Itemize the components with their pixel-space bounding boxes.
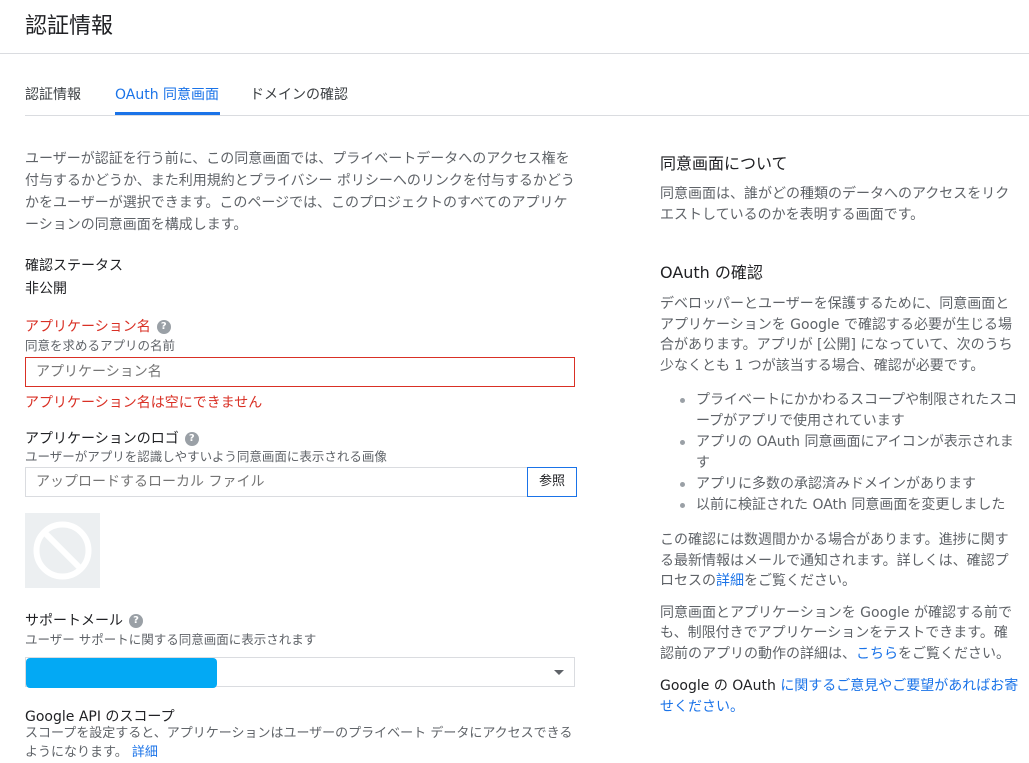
app-name-sub: 同意を求めるアプリの名前 xyxy=(25,338,176,353)
logo-file-input[interactable] xyxy=(25,467,528,497)
support-email-label-text: サポートメール xyxy=(25,613,123,629)
list-item: アプリの OAuth 同意画面にアイコンが表示されます xyxy=(660,432,1020,474)
feedback-text-part: Google の OAuth xyxy=(660,678,781,694)
verify-duration-part: をご覧ください。 xyxy=(744,573,856,589)
verify-heading: OAuth の確認 xyxy=(660,263,763,282)
support-email-label: サポートメール? xyxy=(25,610,143,630)
help-panel: 同意画面について 同意画面は、誰がどの種類のデータへのアクセスをリクエストしてい… xyxy=(660,148,1020,717)
redacted-email xyxy=(26,658,217,688)
list-item: 以前に検証された OAth 同意画面を変更しました xyxy=(660,495,1020,516)
verify-text: デベロッパーとユーザーを保護するために、同意画面とアプリケーションを Googl… xyxy=(660,296,1013,374)
support-email-select[interactable] xyxy=(25,657,575,688)
support-email-sub: ユーザー サポートに関する同意画面に表示されます xyxy=(25,632,317,647)
app-name-label: アプリケーション名? xyxy=(25,316,171,336)
tab-oauth-consent[interactable]: OAuth 同意画面 xyxy=(115,84,219,104)
page-title: 認証情報 xyxy=(25,14,114,39)
test-text-part: をご覧ください。 xyxy=(898,645,1010,662)
tabs-divider xyxy=(25,115,1029,116)
scopes-desc-text: スコープを設定すると、アプリケーションはユーザーのプライベート データにアクセス… xyxy=(25,726,573,760)
no-image-icon xyxy=(33,521,92,580)
help-icon[interactable]: ? xyxy=(184,432,199,446)
consent-form: ユーザーが認証を行う前に、この同意画面では、プライベートデータへのアクセス権を付… xyxy=(25,148,575,236)
app-logo-label-text: アプリケーションのロゴ xyxy=(25,431,179,447)
help-icon[interactable]: ? xyxy=(129,614,143,628)
details-here-link[interactable]: こちら xyxy=(856,646,898,662)
list-item: アプリに多数の承認済みドメインがあります xyxy=(660,474,1020,495)
app-name-error: アプリケーション名は空にできません xyxy=(25,395,263,411)
about-heading: 同意画面について xyxy=(660,154,788,173)
verify-duration-text: この確認には数週間かかる場合があります。進捗に関する最新情報はメールで通知されま… xyxy=(660,530,1020,592)
dropdown-caret-icon xyxy=(554,670,564,675)
title-divider xyxy=(0,53,1029,54)
app-logo-label: アプリケーションのロゴ? xyxy=(25,428,199,448)
list-item: プライベートにかかわるスコープや制限されたスコープがアプリで使用されています xyxy=(660,390,1020,432)
status-value: 非公開 xyxy=(25,281,67,297)
intro-text: ユーザーが認証を行う前に、この同意画面では、プライベートデータへのアクセス権を付… xyxy=(25,151,575,233)
tab-domain-verification[interactable]: ドメインの確認 xyxy=(250,84,348,104)
app-logo-sub: ユーザーがアプリを認識しやすいよう同意画面に表示される画像 xyxy=(25,449,387,464)
app-name-label-text: アプリケーション名 xyxy=(25,319,151,335)
scopes-learn-more-link[interactable]: 詳細 xyxy=(132,745,158,760)
status-label: 確認ステータス xyxy=(25,258,123,274)
verification-process-link[interactable]: 詳細 xyxy=(716,573,744,589)
verify-criteria-list: プライベートにかかわるスコープや制限されたスコープがアプリで使用されています ア… xyxy=(660,390,1020,516)
scopes-label: Google API のスコープ xyxy=(25,709,175,725)
app-name-input[interactable] xyxy=(25,357,575,387)
browse-button[interactable]: 参照 xyxy=(527,467,577,497)
help-icon[interactable]: ? xyxy=(156,320,171,334)
logo-preview xyxy=(25,513,100,588)
feedback-text: Google の OAuth に関するご意見やご要望があればお寄せください。 xyxy=(660,676,1020,717)
test-before-verify-text: 同意画面とアプリケーションを Google が確認する前でも、制限付きでアプリケ… xyxy=(660,603,1020,665)
scopes-desc: スコープを設定すると、アプリケーションはユーザーのプライベート データにアクセス… xyxy=(25,724,575,762)
tab-credentials[interactable]: 認証情報 xyxy=(25,84,81,104)
about-text: 同意画面は、誰がどの種類のデータへのアクセスをリクエストしているのかを表明する画… xyxy=(660,186,1010,223)
